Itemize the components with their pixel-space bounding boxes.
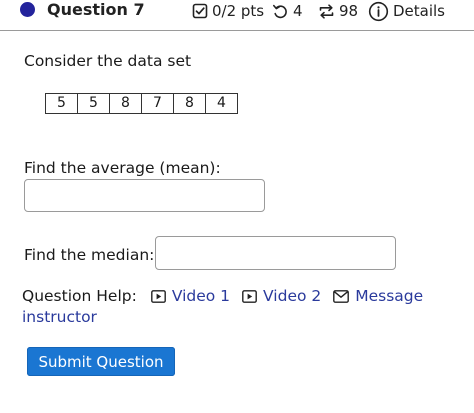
- retries-indicator: 4: [272, 0, 303, 22]
- envelope-icon: [333, 289, 350, 303]
- video-2-link[interactable]: Video 2: [242, 286, 321, 306]
- video-1-link[interactable]: Video 1: [150, 286, 231, 306]
- question-prompt: Consider the data set: [24, 52, 192, 70]
- checkbox-icon: [192, 3, 208, 19]
- data-cell: 7: [141, 93, 174, 114]
- message-instructor-link[interactable]: Message: [333, 286, 423, 306]
- message-label: Message: [355, 287, 424, 305]
- video-play-icon: [242, 289, 257, 303]
- data-cell: 5: [77, 93, 110, 114]
- mean-label: Find the average (mean):: [24, 159, 221, 177]
- info-icon: [368, 1, 389, 21]
- points-indicator: 0/2 pts: [192, 0, 264, 22]
- data-set-row: 5 5 8 7 8 4: [45, 93, 238, 114]
- attempts-cycle-icon: [319, 3, 334, 19]
- question-header: Question 7 0/2 pts 4 98 Details: [0, 0, 474, 31]
- data-cell: 8: [109, 93, 142, 114]
- message-label-continuation[interactable]: instructor: [22, 307, 442, 327]
- data-cell: 5: [45, 93, 78, 114]
- video-play-icon: [150, 289, 166, 303]
- question-help: Question Help: Video 1 Video 2 Message i…: [22, 286, 442, 327]
- question-help-label: Question Help:: [22, 287, 137, 305]
- video-1-label: Video 1: [171, 287, 231, 305]
- data-cell: 4: [205, 93, 238, 114]
- median-input[interactable]: [155, 236, 396, 270]
- status-dot-icon: [20, 2, 35, 17]
- median-label: Find the median:: [24, 246, 155, 264]
- retry-icon: [273, 4, 287, 18]
- attempts-count: 98: [339, 2, 359, 20]
- submit-question-button[interactable]: Submit Question: [27, 347, 175, 376]
- points-text: 0/2 pts: [212, 2, 265, 20]
- data-set-table: 5 5 8 7 8 4: [45, 93, 238, 114]
- question-title: Question 7: [47, 0, 145, 19]
- mean-input[interactable]: [24, 179, 265, 212]
- details-label: Details: [393, 2, 446, 20]
- data-cell: 8: [173, 93, 206, 114]
- attempts-indicator: 98: [318, 0, 358, 22]
- video-2-label: Video 2: [263, 287, 322, 305]
- retries-count: 4: [293, 2, 303, 20]
- details-link[interactable]: Details: [368, 0, 445, 22]
